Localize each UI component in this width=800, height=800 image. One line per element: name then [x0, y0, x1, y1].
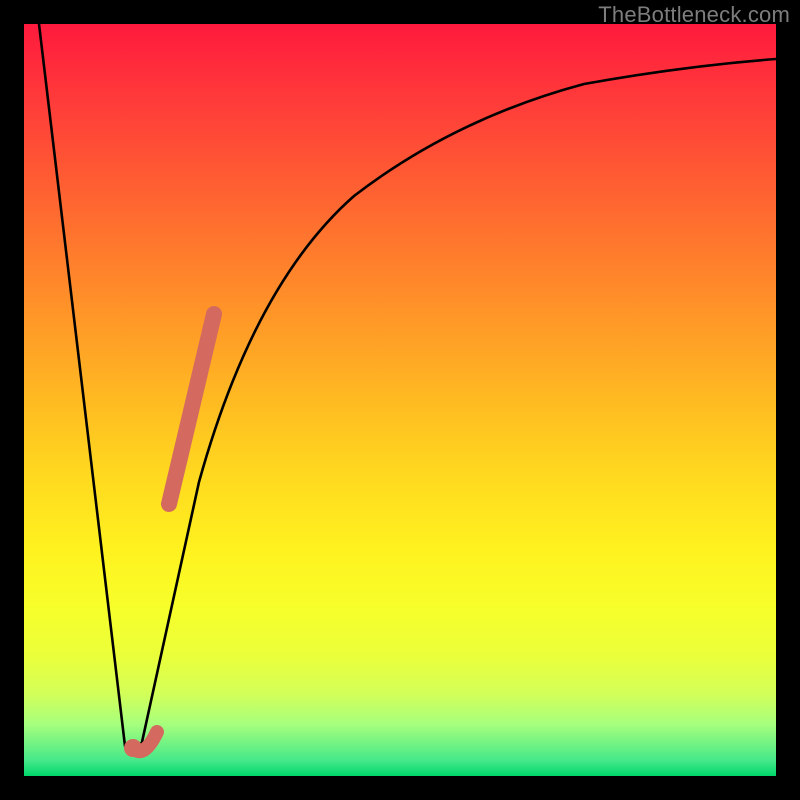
chart-frame: TheBottleneck.com — [0, 0, 800, 800]
chart-svg — [24, 24, 776, 776]
bottleneck-curve — [39, 24, 776, 754]
optimal-marker — [124, 732, 157, 757]
highlight-segment — [169, 314, 214, 504]
watermark-text: TheBottleneck.com — [598, 2, 790, 28]
